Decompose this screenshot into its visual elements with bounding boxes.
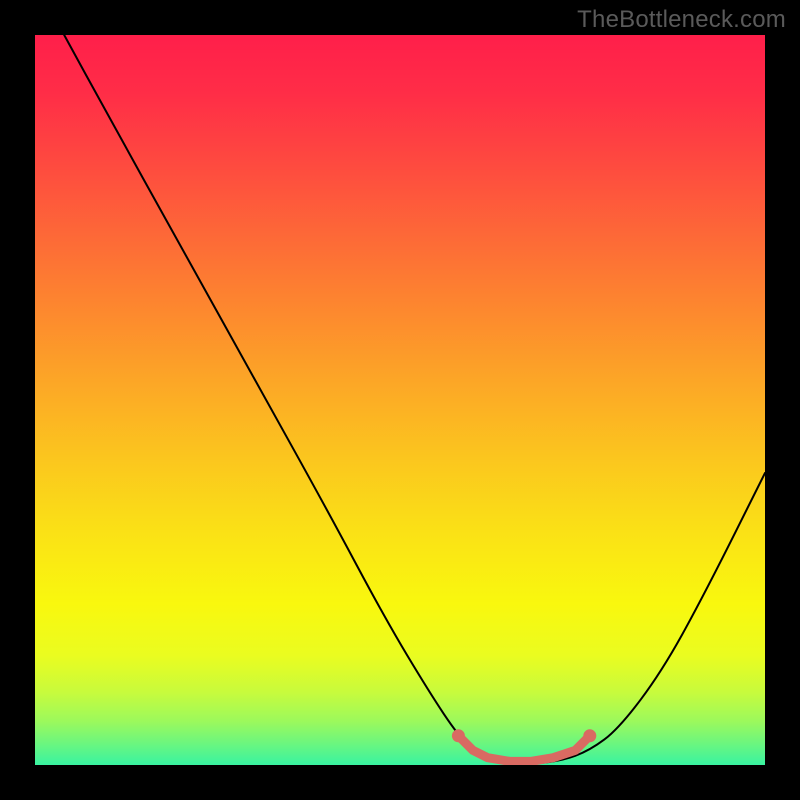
watermark-text: TheBottleneck.com [577, 6, 786, 34]
chart-frame: TheBottleneck.com [0, 0, 800, 800]
gradient-background [35, 35, 765, 765]
bottleneck-chart [35, 35, 765, 765]
optimal-range-endpoint [452, 729, 465, 742]
optimal-range-endpoint [583, 729, 596, 742]
plot-area [35, 35, 765, 765]
